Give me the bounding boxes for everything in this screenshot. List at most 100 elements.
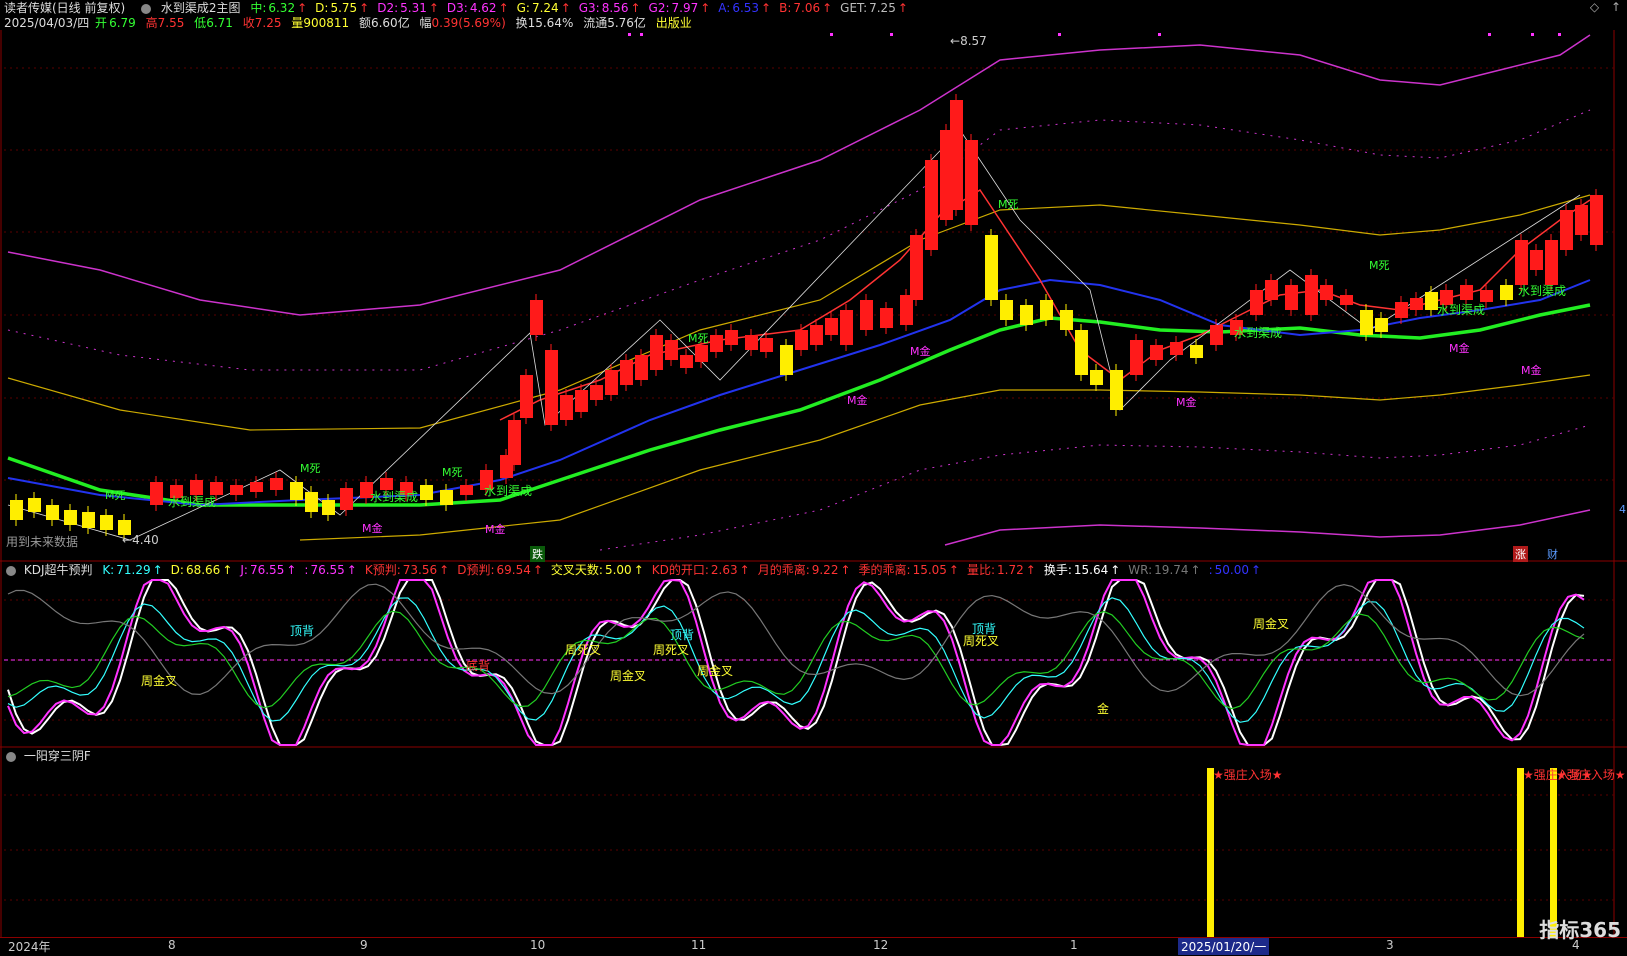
value-label: D预判:: [457, 563, 495, 577]
candle-body: [1170, 342, 1183, 355]
x-axis[interactable]: [0, 937, 1627, 956]
price-high-label: ←8.57: [950, 34, 987, 48]
value-label: 季的乖离:: [858, 563, 911, 577]
candle-body: [420, 485, 433, 500]
candle-body: [1020, 305, 1033, 325]
up-arrow-icon: ↑: [840, 563, 851, 577]
week-gold-label: 周金叉: [697, 664, 734, 678]
candle-body: [620, 360, 633, 385]
candle-body: [605, 370, 618, 395]
price-low-label: ←4.40: [122, 533, 159, 547]
kdj-title[interactable]: KDJ超牛预判: [24, 563, 93, 577]
kdj-header: KDJ超牛预判 K: 71.29 ↑ D: 68.66 ↑ J: 76.55 ↑:76.55 ↑ K…: [0, 562, 1269, 578]
candle-body: [1560, 210, 1573, 250]
value-label: K:: [102, 563, 115, 577]
die-badge[interactable]: 跌: [530, 546, 545, 562]
up-arrow-icon: ↑: [222, 563, 233, 577]
candle-body: [250, 482, 263, 492]
chart-canvas[interactable]: [0, 0, 1627, 937]
candle-body: [1395, 302, 1408, 318]
value-number: 50.00: [1214, 563, 1249, 577]
up-arrow-icon: ↑: [532, 563, 543, 577]
candle-body: [860, 300, 873, 330]
candle-body: [575, 390, 588, 412]
indicator-value: D: 68.66 ↑: [171, 563, 233, 577]
m-gold-label: M金: [1521, 364, 1542, 377]
blue-ma-line: [7, 278, 1591, 507]
x-axis-cursor-date: 2025/01/20/一: [1178, 938, 1270, 955]
value-number: 15.05: [912, 563, 947, 577]
candle-body: [925, 160, 938, 250]
indicator-value: 季的乖离: 15.05 ↑: [859, 563, 959, 577]
indicator-value: 月的乖离: 9.22 ↑: [758, 563, 851, 577]
candle-body: [1110, 370, 1123, 410]
candle-body: [590, 385, 603, 400]
marker-dot: [640, 33, 643, 36]
candle-body: [520, 375, 533, 418]
marker-dot: [1558, 33, 1561, 36]
candle-body: [1545, 240, 1558, 285]
value-label: J:: [240, 563, 248, 577]
candle-body: [665, 340, 678, 360]
up-arrow-icon: ↑: [633, 563, 644, 577]
candle-body: [100, 515, 113, 530]
candle-body: [810, 325, 823, 345]
x-axis-label: 9: [360, 938, 368, 952]
candle-body: [680, 355, 693, 368]
third-panel-settings-icon[interactable]: [6, 751, 16, 762]
right-edge-label: 4: [1619, 503, 1626, 516]
candle-body: [745, 335, 758, 350]
candle-body: [82, 512, 95, 528]
upper-band: [7, 34, 1591, 316]
candle-body: [560, 395, 573, 420]
value-label: :: [1208, 563, 1213, 577]
marker-dot: [830, 33, 833, 36]
candle-body: [1320, 285, 1333, 300]
up-arrow-icon: ↑: [948, 563, 959, 577]
marker-dot: [1058, 33, 1061, 36]
candle-body: [1590, 195, 1603, 245]
indicator-value: 换手: 15.64 ↑: [1044, 563, 1120, 577]
m-gold-label: M金: [847, 394, 868, 407]
value-number: 69.54: [496, 563, 531, 577]
candle-body: [1340, 295, 1353, 305]
x-axis-label: 11: [691, 938, 707, 952]
lower-band: [944, 509, 1591, 546]
candle-body: [1265, 280, 1278, 300]
zhang-badge[interactable]: 涨: [1513, 546, 1528, 562]
candle-body: [1150, 345, 1163, 360]
candle-body: [880, 308, 893, 328]
candle-body: [1530, 250, 1543, 270]
value-label: K预判:: [364, 563, 401, 577]
candle-body: [545, 350, 558, 425]
candle-body: [1360, 310, 1373, 335]
candle-body: [340, 488, 353, 510]
x-axis-label: 3: [1386, 938, 1394, 952]
up-arrow-icon: ↑: [286, 563, 297, 577]
candle-body: [1285, 285, 1298, 310]
candle-body: [64, 510, 77, 525]
m-gold-label: M金: [1449, 342, 1470, 355]
candle-body: [530, 300, 543, 335]
candle-body: [950, 100, 963, 210]
third-panel-title[interactable]: 一阳穿三阴F: [24, 749, 91, 763]
bottom-div-label: 底背: [466, 659, 491, 673]
shuidao-label: 水到渠成: [370, 490, 419, 504]
candle-body: [1000, 300, 1013, 320]
cai-badge[interactable]: 财: [1547, 546, 1558, 562]
candle-body: [1250, 290, 1263, 315]
week-dead-label: 周死叉: [653, 643, 690, 657]
marker-dot: [1531, 33, 1534, 36]
x-axis-label: 12: [873, 938, 889, 952]
week-gold-label: 周金叉: [1253, 617, 1290, 631]
candle-body: [1060, 310, 1073, 330]
kdj-settings-icon[interactable]: [6, 565, 16, 576]
top-div-label: 顶背: [670, 628, 695, 642]
value-number: 15.64: [1073, 563, 1109, 577]
candle-body: [1075, 330, 1088, 375]
indicator-value: J: 76.55 ↑: [240, 563, 296, 577]
candle-body: [1130, 340, 1143, 375]
x-axis-label: 8: [168, 938, 176, 952]
indicator-value: KD的开口: 2.63 ↑: [652, 563, 750, 577]
m-dead-label: M死: [442, 466, 463, 479]
